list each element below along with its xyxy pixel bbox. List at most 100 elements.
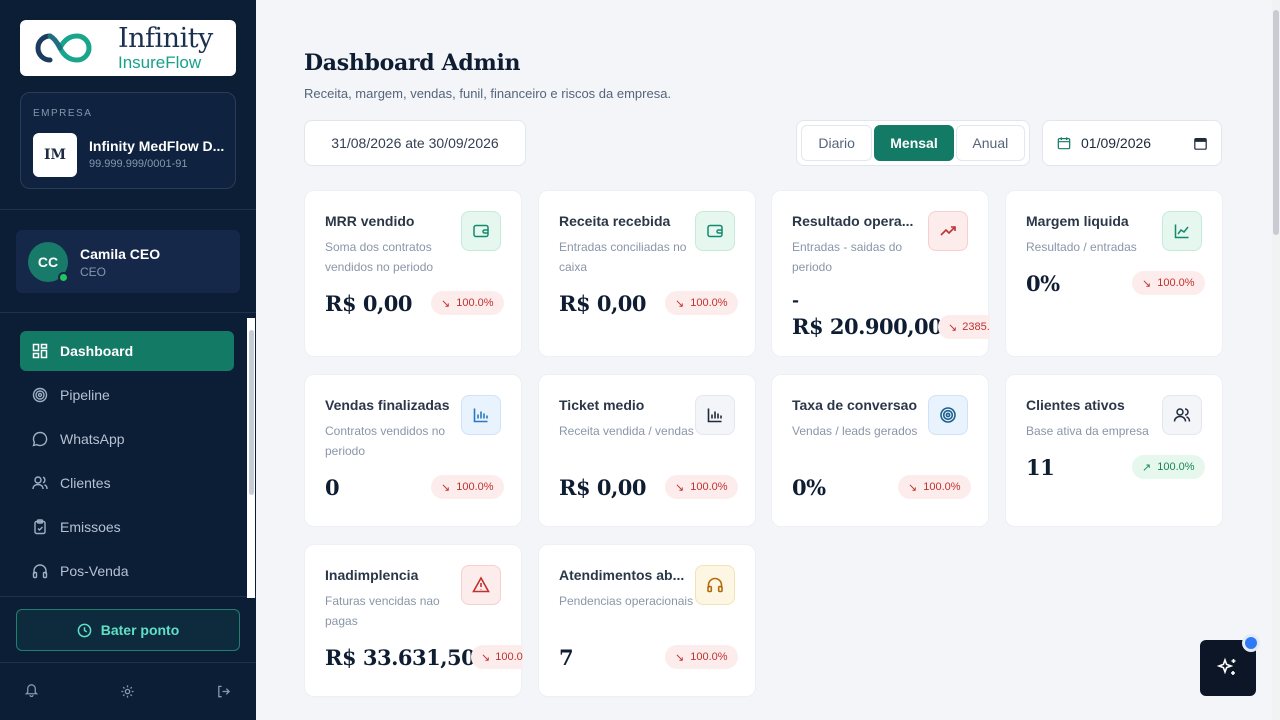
- brand-product: InsureFlow: [118, 53, 202, 72]
- card-title: Inadimplencia: [325, 567, 419, 583]
- trend-badge: ↘ 100.0%: [1132, 271, 1205, 295]
- period-anual-button[interactable]: Anual: [955, 125, 1026, 161]
- chat-bubble-icon: [32, 431, 48, 447]
- trend-value: 100.0%: [1157, 277, 1195, 289]
- page-title: Dashboard Admin: [304, 50, 521, 76]
- brand-logo[interactable]: Infinity InsureFlow: [20, 20, 236, 76]
- sidebar-item-emissoes[interactable]: Emissoes: [20, 507, 234, 547]
- headphones-icon: [695, 565, 735, 605]
- card-value: 0: [325, 475, 340, 500]
- sidebar-item-label: Clientes: [60, 475, 111, 491]
- kpi-card-margem[interactable]: Margem liquida Resultado / entradas 0% ↘…: [1005, 190, 1223, 357]
- clock-in-button[interactable]: Bater ponto: [16, 609, 240, 651]
- trend-badge: ↘ 2385.4%: [938, 315, 990, 339]
- card-value: R$ 0,00: [325, 291, 413, 316]
- bell-icon[interactable]: [24, 682, 39, 697]
- kpi-card-conversao[interactable]: Taxa de conversao Vendas / leads gerados…: [771, 374, 989, 527]
- card-description: Contratos vendidos no periodo: [325, 424, 446, 458]
- clock-in-label: Bater ponto: [100, 622, 180, 638]
- company-logo: IM: [33, 133, 77, 177]
- kpi-card-clientes[interactable]: Clientes ativos Base ativa da empresa 11…: [1005, 374, 1223, 527]
- calendar-icon: [1057, 137, 1071, 150]
- trend-down-icon: ↘: [675, 651, 685, 664]
- card-value: R$ 20.900,00: [792, 314, 943, 339]
- card-title: Margem liquida: [1026, 213, 1129, 229]
- trend-down-icon: ↘: [675, 481, 685, 494]
- card-description: Resultado / entradas: [1026, 240, 1137, 254]
- divider: [0, 596, 256, 597]
- trend-down-icon: ↘: [441, 297, 451, 310]
- card-value: R$ 33.631,50: [325, 645, 476, 670]
- main-content: Dashboard Admin Receita, margem, vendas,…: [256, 0, 1280, 720]
- kpi-card-atendimentos[interactable]: Atendimentos ab... Pendencias operaciona…: [538, 544, 756, 697]
- company-selector[interactable]: EMPRESA IM Infinity MedFlow D... 99.999.…: [20, 92, 236, 189]
- gear-icon[interactable]: [120, 684, 135, 699]
- card-title: Resultado opera...: [792, 213, 914, 229]
- sidebar: Infinity InsureFlow EMPRESA IM Infinity …: [0, 0, 256, 720]
- trend-down-icon: ↘: [908, 481, 918, 494]
- user-profile[interactable]: CC Camila CEO CEO: [16, 230, 240, 293]
- target-icon: [928, 395, 968, 435]
- logout-icon[interactable]: [216, 684, 231, 699]
- trend-value: 100.0%: [495, 651, 523, 663]
- trend-value: 100.0%: [690, 481, 728, 493]
- user-role: CEO: [80, 265, 107, 279]
- kpi-card-ticket[interactable]: Ticket medio Receita vendida / vendas R$…: [538, 374, 756, 527]
- sidebar-item-label: Emissoes: [60, 519, 121, 535]
- grid-icon: [32, 343, 48, 359]
- sidebar-item-clientes[interactable]: Clientes: [20, 463, 234, 503]
- sidebar-item-pos-venda[interactable]: Pos-Venda: [20, 551, 234, 591]
- sidebar-item-label: Dashboard: [60, 343, 134, 359]
- company-name: Infinity MedFlow D...: [89, 138, 225, 154]
- kpi-card-resultado[interactable]: Resultado opera... Entradas - saidas do …: [771, 190, 990, 357]
- headphones-icon: [32, 564, 48, 579]
- period-mensal-button[interactable]: Mensal: [874, 125, 954, 161]
- sidebar-item-label: Pipeline: [60, 387, 110, 403]
- target-icon: [32, 387, 48, 403]
- card-value: R$ 0,00: [559, 291, 647, 316]
- main-scrollbar-thumb[interactable]: [1273, 10, 1279, 235]
- kpi-card-vendas[interactable]: Vendas finalizadas Contratos vendidos no…: [304, 374, 522, 527]
- date-value: 01/09/2026: [1081, 135, 1152, 151]
- kpi-card-receita[interactable]: Receita recebida Entradas conciliadas no…: [538, 190, 756, 357]
- sidebar-footer: [0, 675, 256, 705]
- card-value: 0%: [792, 475, 826, 500]
- trend-badge: ↘ 100.0%: [898, 475, 971, 499]
- user-name: Camila CEO: [80, 246, 161, 262]
- calendar-picker-icon[interactable]: [1194, 137, 1207, 150]
- page-subtitle: Receita, margem, vendas, funil, financei…: [304, 86, 672, 101]
- card-title: Receita recebida: [559, 213, 671, 229]
- trend-value: 100.0%: [1157, 461, 1195, 473]
- sidebar-scrollbar-thumb[interactable]: [249, 330, 254, 495]
- clock-icon: [77, 623, 92, 637]
- trend-value: 100.0%: [456, 481, 494, 493]
- card-value: 7: [559, 645, 574, 670]
- kpi-card-inadimplencia[interactable]: Inadimplencia Faturas vencidas nao pagas…: [304, 544, 523, 697]
- line-chart-icon: [1162, 211, 1202, 251]
- online-status-icon: [58, 272, 69, 283]
- bar-chart-icon: [695, 395, 735, 435]
- trend-badge: ↘ 100.0%: [665, 291, 738, 315]
- period-diario-button[interactable]: Diario: [801, 125, 873, 161]
- company-label: EMPRESA: [33, 108, 93, 119]
- sidebar-item-dashboard[interactable]: Dashboard: [20, 331, 234, 371]
- trend-value: 100.0%: [690, 651, 728, 663]
- infinity-logo-icon: [35, 33, 92, 63]
- kpi-card-mrr[interactable]: MRR vendido Soma dos contratos vendidos …: [304, 190, 522, 357]
- card-description: Pendencias operacionais: [559, 594, 694, 608]
- trend-down-icon: ↘: [948, 321, 958, 334]
- trend-up-icon: ↗: [1142, 461, 1152, 474]
- date-picker-input[interactable]: 01/09/2026: [1042, 120, 1222, 166]
- sidebar-item-pipeline[interactable]: Pipeline: [20, 375, 234, 415]
- trend-down-icon: ↘: [675, 297, 685, 310]
- card-title: Vendas finalizadas: [325, 397, 450, 413]
- card-description: Vendas / leads gerados: [792, 424, 918, 438]
- period-toggle: Diario Mensal Anual: [796, 120, 1030, 166]
- divider: [0, 209, 256, 210]
- card-description: Entradas conciliadas no caixa: [559, 240, 687, 274]
- sidebar-item-whatsapp[interactable]: WhatsApp: [20, 419, 234, 459]
- company-cnpj: 99.999.999/0001-91: [89, 158, 188, 170]
- card-description: Entradas - saidas do periodo: [792, 240, 903, 274]
- alert-triangle-icon: [461, 565, 501, 605]
- trend-badge: ↘ 100.0%: [431, 291, 504, 315]
